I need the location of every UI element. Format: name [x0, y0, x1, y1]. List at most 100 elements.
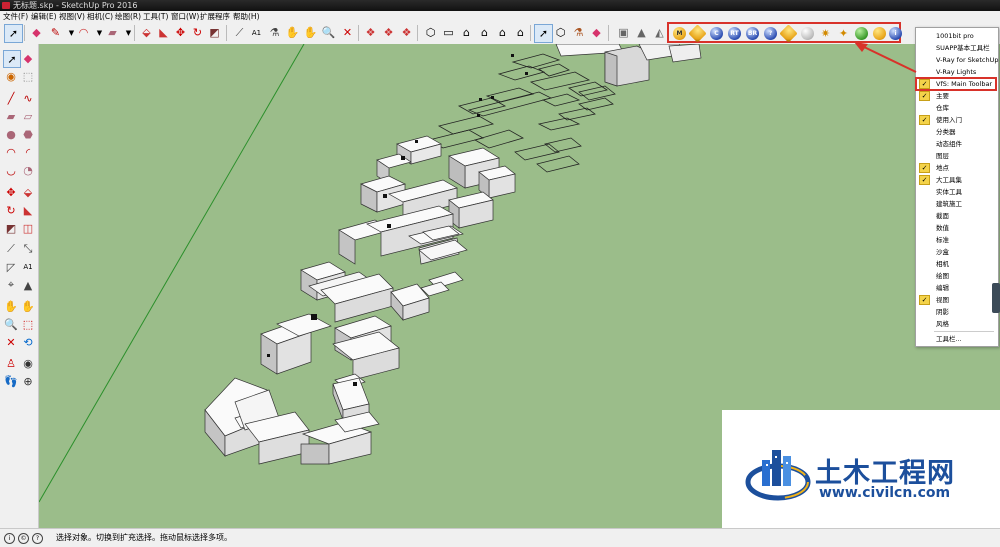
menu-item-solid-tools[interactable]: 实体工具: [916, 186, 996, 198]
orbit-icon[interactable]: ✋: [3, 298, 19, 314]
menu-item-large-toolset[interactable]: ✓ 大工具集: [916, 174, 996, 186]
vray-options-icon[interactable]: [688, 24, 707, 43]
vray-spot-light-icon[interactable]: ✦: [837, 27, 850, 40]
move-icon[interactable]: ✥: [172, 24, 189, 41]
menu-item-vfs-main-toolbar[interactable]: ✓ VfS: Main Toolbar: [915, 77, 997, 91]
menu-file[interactable]: 文件(F): [3, 11, 28, 22]
paint-bucket-icon[interactable]: ⚗: [570, 24, 587, 41]
menu-item-main[interactable]: ✓ 主要: [916, 90, 996, 102]
menu-camera[interactable]: 相机(C): [87, 11, 113, 22]
menu-item-suapp[interactable]: SUAPP基本工具栏: [916, 42, 996, 54]
three-point-arc-icon[interactable]: ◡: [3, 162, 19, 178]
protractor-icon[interactable]: ◸: [3, 259, 19, 275]
menu-item-section[interactable]: 截面: [916, 210, 996, 222]
pan-icon[interactable]: ✋: [302, 24, 319, 41]
menu-item-construction[interactable]: 建筑施工: [916, 198, 996, 210]
side-panel-handle[interactable]: [992, 283, 1000, 313]
follow-me-icon[interactable]: ◣: [20, 202, 36, 218]
eraser-icon[interactable]: ◆: [28, 24, 45, 41]
vray-proxy-icon[interactable]: [855, 27, 868, 40]
pencil-icon[interactable]: ✎: [47, 24, 64, 41]
zoom-icon[interactable]: 🔍: [320, 24, 337, 41]
circle-icon[interactable]: ●: [3, 126, 19, 142]
follow-me-icon[interactable]: ◣: [155, 24, 172, 41]
vray-omni-light-icon[interactable]: ✷: [819, 27, 832, 40]
make-component-icon[interactable]: ◉: [3, 68, 19, 84]
left-view-icon[interactable]: ⌂: [512, 24, 529, 41]
zoom-icon[interactable]: 🔍: [3, 316, 19, 332]
menu-item-sandbox[interactable]: 沙盒: [916, 246, 996, 258]
push-pull-icon[interactable]: ⬙: [20, 184, 36, 200]
select-tool-icon[interactable]: ➚: [4, 24, 23, 43]
zoom-extents-icon[interactable]: ✕: [339, 24, 356, 41]
vray-render-icon[interactable]: C: [710, 27, 723, 40]
menu-item-vray-lights[interactable]: V-Ray Lights: [916, 66, 996, 78]
two-point-arc-icon[interactable]: ◜: [20, 144, 36, 160]
terrain-icon[interactable]: ▲: [633, 24, 650, 41]
pan-icon[interactable]: ✋: [20, 298, 36, 314]
make-component-icon[interactable]: ⬡: [552, 24, 569, 41]
menu-item-vray-main[interactable]: V-Ray for SketchUp: [916, 54, 998, 66]
walk-icon[interactable]: 👣: [3, 373, 19, 389]
paint-bucket-icon[interactable]: ⚗: [266, 24, 283, 41]
help-icon[interactable]: ?: [32, 533, 43, 544]
menu-draw[interactable]: 绘图(R): [115, 11, 141, 22]
offset-icon[interactable]: ◫: [20, 220, 36, 236]
menu-item-views[interactable]: ✓ 视图: [916, 294, 996, 306]
vray-frame-buffer-icon[interactable]: [779, 24, 798, 43]
add-location-icon[interactable]: ▣: [615, 24, 632, 41]
rectangle-icon[interactable]: ▰: [104, 24, 121, 41]
vray-sun-icon[interactable]: [873, 27, 886, 40]
vray-material-editor-icon[interactable]: M: [673, 27, 686, 40]
extension-warehouse-icon[interactable]: ❖: [398, 24, 415, 41]
menu-edit[interactable]: 编辑(E): [31, 11, 57, 22]
vray-sphere-light-icon[interactable]: [801, 27, 814, 40]
tape-measure-icon[interactable]: ⟋: [3, 241, 19, 257]
vray-batch-render-icon[interactable]: BR: [746, 27, 759, 40]
menu-help[interactable]: 帮助(H): [233, 11, 260, 22]
eraser-icon[interactable]: ◆: [20, 50, 36, 66]
3d-text-icon[interactable]: ▲: [20, 277, 36, 293]
paint-bucket-icon[interactable]: ⬚: [20, 68, 36, 84]
axes-icon[interactable]: ⌖: [3, 277, 19, 293]
menu-item-edit[interactable]: 编辑: [916, 282, 996, 294]
arc-icon[interactable]: ◠: [75, 24, 92, 41]
menu-item-standard[interactable]: 标准: [916, 234, 996, 246]
3d-warehouse-icon[interactable]: ❖: [362, 24, 379, 41]
move-icon[interactable]: ✥: [3, 184, 19, 200]
rotate-icon[interactable]: ↻: [189, 24, 206, 41]
menu-item-measurements[interactable]: 数值: [916, 222, 996, 234]
text-tool-icon[interactable]: A1: [20, 259, 36, 275]
orbit-icon[interactable]: ✋: [284, 24, 301, 41]
menu-item-dynamic-components[interactable]: 动态组件: [916, 138, 996, 150]
menu-item-layers[interactable]: 图层: [916, 150, 996, 162]
share-model-icon[interactable]: ❖: [380, 24, 397, 41]
credits-icon[interactable]: ©: [18, 533, 29, 544]
zoom-extents-icon[interactable]: ✕: [3, 334, 19, 350]
back-view-icon[interactable]: ⌂: [494, 24, 511, 41]
polygon-icon[interactable]: ⬣: [20, 126, 36, 142]
position-camera-icon[interactable]: ♙: [3, 355, 19, 371]
menu-item-warehouse[interactable]: 仓库: [916, 102, 996, 114]
section-plane-icon[interactable]: ⊕: [20, 373, 36, 389]
menu-item-toolbars[interactable]: 工具栏...: [916, 333, 996, 345]
menu-item-camera[interactable]: 相机: [916, 258, 996, 270]
vray-help-icon[interactable]: ?: [764, 27, 777, 40]
menu-item-styles[interactable]: 风格: [916, 318, 996, 330]
previous-view-icon[interactable]: ⟲: [20, 334, 36, 350]
look-around-icon[interactable]: ◉: [20, 355, 36, 371]
eraser-icon[interactable]: ◆: [588, 24, 605, 41]
iso-view-icon[interactable]: ⬡: [422, 24, 439, 41]
freehand-icon[interactable]: ∿: [20, 90, 36, 106]
menu-item-shadows[interactable]: 阴影: [916, 306, 996, 318]
top-view-icon[interactable]: ▭: [440, 24, 457, 41]
vray-rt-icon[interactable]: RT: [728, 27, 741, 40]
select-tool-icon[interactable]: ➚: [534, 24, 553, 43]
select-tool-icon[interactable]: ➚: [3, 50, 21, 68]
menu-view[interactable]: 视图(V): [59, 11, 85, 22]
menu-tools[interactable]: 工具(T): [143, 11, 168, 22]
menu-item-location[interactable]: ✓ 地点: [916, 162, 996, 174]
pie-icon[interactable]: ◔: [20, 162, 36, 178]
arc-icon[interactable]: ◠: [3, 144, 19, 160]
line-icon[interactable]: ╱: [3, 90, 19, 106]
